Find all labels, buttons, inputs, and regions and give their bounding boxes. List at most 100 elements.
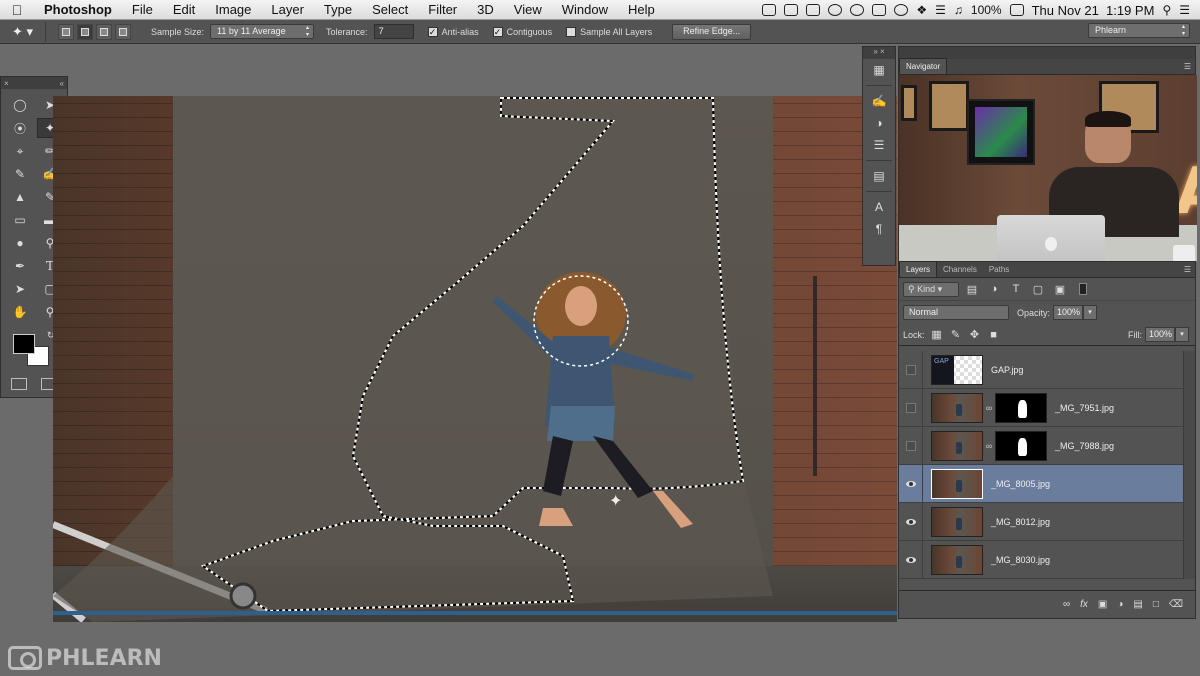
layer-row-selected[interactable]: _MG_8005.jpg <box>899 464 1183 503</box>
layer-name[interactable]: _MG_8030.jpg <box>991 555 1050 565</box>
lock-transparent-icon[interactable]: ▦ <box>930 328 944 341</box>
filter-toggle[interactable] <box>1079 283 1087 295</box>
fill-dropdown[interactable]: ▾ <box>1175 327 1189 342</box>
menu-layer[interactable]: Layer <box>261 2 314 17</box>
time-machine-icon[interactable] <box>894 4 909 16</box>
add-mask-icon[interactable]: ▣ <box>1098 599 1107 610</box>
menu-photoshop[interactable]: Photoshop <box>34 2 122 17</box>
menu-file[interactable]: File <box>122 2 163 17</box>
eye-icon[interactable] <box>905 480 916 487</box>
drive-icon[interactable] <box>762 4 777 16</box>
layer-thumbnail[interactable]: GAP <box>931 354 983 385</box>
layers-scrollbar[interactable] <box>1183 351 1195 579</box>
lock-position-icon[interactable]: ✥ <box>968 328 982 341</box>
brush-panel-icon[interactable]: ✍ <box>863 90 895 112</box>
visibility-toggle[interactable] <box>899 464 923 503</box>
evernote-icon[interactable] <box>784 4 799 16</box>
new-layer-icon[interactable]: □ <box>1153 599 1159 610</box>
foreground-color-swatch[interactable] <box>13 334 35 354</box>
new-group-icon[interactable]: ▤ <box>1133 599 1142 610</box>
layer-name[interactable]: _MG_7951.jpg <box>1055 403 1114 413</box>
layer-row[interactable]: ∞ _MG_7951.jpg <box>899 388 1183 427</box>
properties-panel-icon[interactable]: ☰ <box>863 134 895 156</box>
layer-name[interactable]: _MG_8012.jpg <box>991 517 1050 527</box>
layer-thumbnail[interactable] <box>931 544 983 575</box>
intersect-selection-button[interactable] <box>115 23 131 40</box>
tab-paths[interactable]: Paths <box>983 262 1015 277</box>
visibility-toggle[interactable] <box>899 540 923 579</box>
lock-image-icon[interactable]: ✎ <box>949 328 963 341</box>
link-icon[interactable]: ∞ <box>983 441 995 451</box>
opacity-input[interactable]: 100% <box>1053 305 1084 320</box>
battery-icon[interactable] <box>1009 4 1024 16</box>
lasso-tool-icon[interactable]: ⦿ <box>7 118 33 138</box>
eye-icon[interactable] <box>905 556 916 563</box>
marquee-tool-icon[interactable]: ◯ <box>7 95 33 115</box>
tab-channels[interactable]: Channels <box>937 262 983 277</box>
layer-row[interactable]: _MG_8012.jpg <box>899 502 1183 541</box>
pen-tool-icon[interactable]: ✒ <box>7 256 33 276</box>
airplay-icon[interactable] <box>872 4 887 16</box>
crop-tool-icon[interactable]: ⌖ <box>7 141 33 161</box>
layer-row[interactable]: ∞ _MG_7988.jpg <box>899 426 1183 465</box>
wifi-icon[interactable]: ☰ <box>935 3 946 17</box>
volume-icon[interactable]: ♫ <box>954 3 963 17</box>
apple-icon[interactable]:  <box>0 2 34 18</box>
filter-kind-select[interactable]: ⚲ Kind ▾ <box>903 281 959 297</box>
filter-type-icon[interactable]: T <box>1007 283 1025 295</box>
anti-alias-checkbox[interactable]: ✓ Anti-alias <box>427 26 479 37</box>
visibility-toggle[interactable] <box>899 426 923 465</box>
subtract-from-selection-button[interactable] <box>96 23 112 40</box>
dropbox-icon[interactable] <box>806 4 821 16</box>
menu-help[interactable]: Help <box>618 2 665 17</box>
layer-thumbnail[interactable] <box>931 430 983 461</box>
tolerance-input[interactable]: 7 <box>373 24 414 39</box>
document-canvas[interactable]: ✦ <box>53 96 897 622</box>
layer-thumbnail[interactable] <box>931 392 983 423</box>
menu-image[interactable]: Image <box>205 2 261 17</box>
blend-mode-select[interactable]: Normal <box>903 305 1009 320</box>
fill-input[interactable]: 100% <box>1145 327 1175 342</box>
navigator-panel-icon[interactable]: ▦ <box>863 59 895 81</box>
filter-smart-object-icon[interactable]: ▣ <box>1051 283 1069 296</box>
close-icon[interactable]: × <box>4 79 9 88</box>
collapse-icon[interactable]: « <box>60 79 64 88</box>
adjustments-panel-icon[interactable]: ◑ <box>863 112 895 134</box>
layer-name[interactable]: _MG_7988.jpg <box>1055 441 1114 451</box>
menu-filter[interactable]: Filter <box>418 2 467 17</box>
quick-mask-icon[interactable] <box>11 378 27 390</box>
panel-menu-icon[interactable]: ☰ <box>1184 265 1191 274</box>
menu-view[interactable]: View <box>504 2 552 17</box>
layer-mask-thumbnail[interactable] <box>995 392 1047 423</box>
new-adjustment-layer-icon[interactable]: ◑ <box>1117 599 1123 610</box>
tools-panel-header[interactable]: × « <box>1 77 67 89</box>
navigator-preview[interactable]: A <box>899 75 1197 261</box>
menu-type[interactable]: Type <box>314 2 362 17</box>
layer-thumbnail[interactable] <box>931 506 983 537</box>
history-panel-icon[interactable]: ▤ <box>863 165 895 187</box>
path-selection-tool-icon[interactable]: ➤ <box>7 279 33 299</box>
refine-edge-button[interactable]: Refine Edge... <box>672 23 752 40</box>
eye-icon[interactable] <box>905 518 916 525</box>
layer-thumbnail[interactable] <box>931 468 983 499</box>
layer-mask-thumbnail[interactable] <box>995 430 1047 461</box>
spotlight-icon[interactable]: ⚲ <box>1162 3 1171 17</box>
filter-pixel-icon[interactable]: ▤ <box>963 283 981 296</box>
character-panel-icon[interactable]: A <box>863 196 895 218</box>
magic-wand-preset-icon[interactable]: ✦ ▾ <box>0 21 46 42</box>
new-selection-button[interactable] <box>58 23 74 40</box>
creative-cloud-icon[interactable] <box>828 4 843 16</box>
layer-style-icon[interactable]: fx <box>1080 599 1088 610</box>
eraser-tool-icon[interactable]: ▭ <box>7 210 33 230</box>
layer-row[interactable]: _MG_8030.jpg <box>899 540 1183 579</box>
sync-icon[interactable] <box>850 4 865 16</box>
panel-menu-icon[interactable]: ☰ <box>1184 62 1191 71</box>
notification-center-icon[interactable]: ☰ <box>1179 3 1190 17</box>
hand-tool-icon[interactable]: ✋ <box>7 302 33 322</box>
visibility-toggle[interactable] <box>899 502 923 541</box>
filter-shape-icon[interactable]: ▢ <box>1029 283 1047 296</box>
menu-edit[interactable]: Edit <box>163 2 205 17</box>
menu-select[interactable]: Select <box>362 2 418 17</box>
contiguous-checkbox[interactable]: ✓ Contiguous <box>492 26 552 37</box>
icon-column-header[interactable]: » × <box>863 47 895 59</box>
